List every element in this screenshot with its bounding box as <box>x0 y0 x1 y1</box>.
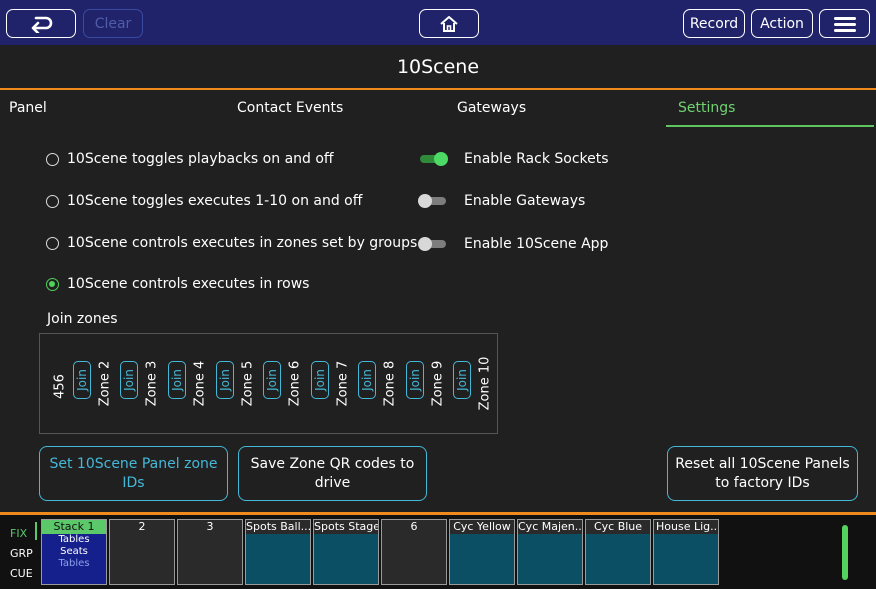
join-zones-panel: 456 Join Zone 2 Join Zone 3 Join Zone 4 … <box>39 333 498 434</box>
executor-8[interactable]: Cyc Majen... <box>517 519 583 585</box>
page-title: 10Scene <box>396 55 480 78</box>
top-toolbar: Clear Record Action <box>0 0 876 45</box>
zone-label: Zone 2 <box>97 360 113 407</box>
master-level-indicator[interactable] <box>842 525 848 580</box>
join-button-zone-9[interactable]: Join <box>406 361 424 399</box>
radio-label: 10Scene toggles executes 1-10 on and off <box>67 193 363 209</box>
executor-4[interactable]: Spots Ball... <box>245 519 311 585</box>
executor-9[interactable]: Cyc Blue <box>585 519 651 585</box>
toggle-switch[interactable] <box>418 152 448 166</box>
toggle-label: Enable 10Scene App <box>464 236 609 252</box>
zone-label: Zone 10 <box>477 356 493 411</box>
zone-label: Zone 5 <box>240 360 256 407</box>
action-button[interactable]: Action <box>751 9 813 38</box>
executor-3[interactable]: 3 <box>177 519 243 585</box>
executor-1[interactable]: Stack 1 Tables Seats Tables <box>41 519 107 585</box>
zone-label: Zone 8 <box>382 360 398 407</box>
executor-6[interactable]: 6 <box>381 519 447 585</box>
executor-line: Seats <box>60 546 88 557</box>
tab-settings[interactable]: Settings <box>678 100 735 116</box>
join-button-zone-3[interactable]: Join <box>120 361 138 399</box>
join-button-zone-4[interactable]: Join <box>168 361 186 399</box>
executor-5[interactable]: Spots Stage <box>313 519 379 585</box>
radio-button[interactable] <box>46 236 59 250</box>
executor-7[interactable]: Cyc Yellow <box>449 519 515 585</box>
reset-panels-button[interactable]: Reset all 10Scene Panels to factory IDs <box>667 446 858 501</box>
radio-button[interactable] <box>46 194 59 208</box>
active-tab-indicator <box>666 125 874 127</box>
tab-panel[interactable]: Panel <box>9 100 47 116</box>
menu-button[interactable] <box>819 9 870 38</box>
join-zones-label: Join zones <box>47 311 118 327</box>
join-button-zone-8[interactable]: Join <box>358 361 376 399</box>
fix-label[interactable]: FIX <box>10 527 27 540</box>
toggle-label: Enable Gateways <box>464 193 586 209</box>
home-icon <box>440 15 458 32</box>
radio-option-rows[interactable]: 10Scene controls executes in rows <box>46 276 309 292</box>
toggle-row-gateways[interactable]: Enable Gateways <box>418 193 585 209</box>
tab-bar: Panel Contact Events Gateways Settings <box>0 90 876 128</box>
radio-label: 10Scene controls executes in rows <box>67 276 310 292</box>
radio-option-zones-by-groups[interactable]: 10Scene controls executes in zones set b… <box>46 235 417 251</box>
toggle-label: Enable Rack Sockets <box>464 151 609 167</box>
radio-option-playbacks[interactable]: 10Scene toggles playbacks on and off <box>46 151 334 167</box>
executor-line: Tables <box>58 558 90 569</box>
radio-button[interactable] <box>46 152 59 166</box>
radio-option-executes-1-10[interactable]: 10Scene toggles executes 1-10 on and off <box>46 193 362 209</box>
join-button-zone-7[interactable]: Join <box>311 361 329 399</box>
executor-10[interactable]: House Lig... <box>653 519 719 585</box>
clear-button[interactable]: Clear <box>83 9 143 38</box>
executor-2[interactable]: 2 <box>109 519 175 585</box>
radio-label: 10Scene toggles playbacks on and off <box>67 151 334 167</box>
fix-indicator <box>35 522 37 540</box>
cue-label[interactable]: CUE <box>10 567 33 580</box>
toggle-switch[interactable] <box>418 194 448 208</box>
back-button[interactable] <box>6 9 76 38</box>
zone-label: Zone 7 <box>335 360 351 407</box>
toggle-row-rack-sockets[interactable]: Enable Rack Sockets <box>418 151 609 167</box>
join-button-zone-5[interactable]: Join <box>216 361 234 399</box>
toggle-switch[interactable] <box>418 237 448 251</box>
zone-label-first: 456 <box>52 374 68 399</box>
record-button[interactable]: Record <box>683 9 745 38</box>
toggle-row-10scene-app[interactable]: Enable 10Scene App <box>418 236 608 252</box>
executor-line: Tables <box>58 534 90 545</box>
join-button-zone-2[interactable]: Join <box>73 361 91 399</box>
zone-label: Zone 3 <box>144 360 160 407</box>
set-zone-ids-button[interactable]: Set 10Scene Panel zone IDs <box>39 446 228 501</box>
join-button-zone-6[interactable]: Join <box>263 361 281 399</box>
zone-label: Zone 9 <box>430 360 446 407</box>
back-arrow-icon <box>31 16 53 33</box>
page-title-bar: 10Scene <box>0 45 876 90</box>
join-button-zone-10[interactable]: Join <box>453 361 471 399</box>
grp-label[interactable]: GRP <box>10 547 33 560</box>
zone-label: Zone 6 <box>287 360 303 407</box>
home-button[interactable] <box>419 9 479 38</box>
tab-gateways[interactable]: Gateways <box>457 100 526 116</box>
zone-label: Zone 4 <box>192 360 208 407</box>
tab-contact-events[interactable]: Contact Events <box>237 100 343 116</box>
radio-button-selected[interactable] <box>46 277 59 291</box>
save-qr-codes-button[interactable]: Save Zone QR codes to drive <box>238 446 427 501</box>
radio-label: 10Scene controls executes in zones set b… <box>67 235 418 251</box>
hamburger-menu-icon <box>833 16 856 32</box>
